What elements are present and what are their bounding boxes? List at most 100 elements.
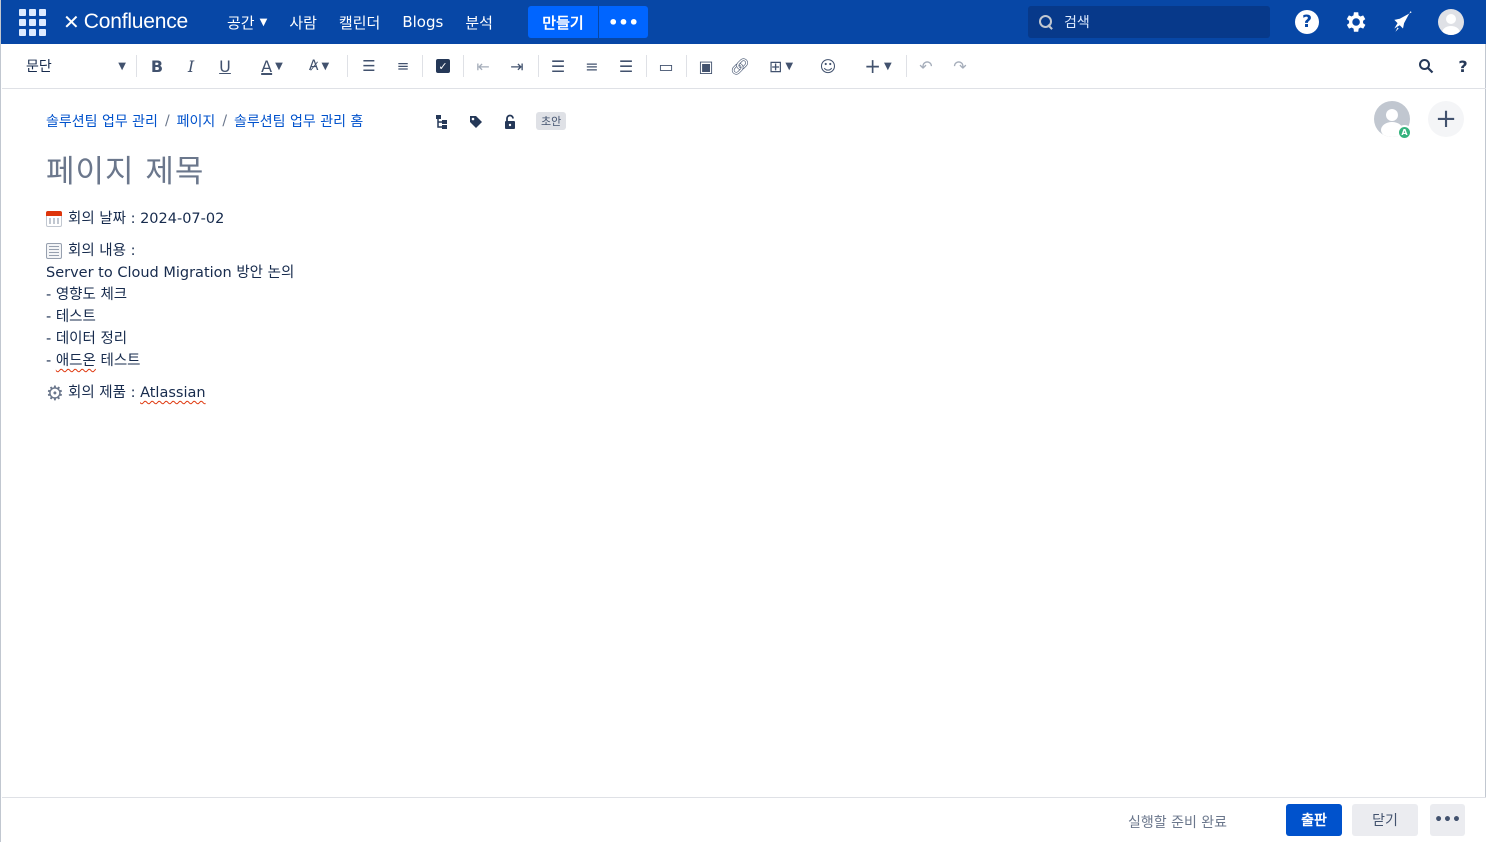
content-line: - 영향도 체크 bbox=[46, 284, 846, 306]
chevron-down-icon: ▼ bbox=[259, 16, 268, 28]
publish-button[interactable]: 출판 bbox=[1286, 804, 1342, 836]
editor-footer: 실행할 준비 완료 출판 닫기 ••• bbox=[2, 797, 1486, 842]
task-list-icon[interactable]: ✓ bbox=[433, 53, 453, 79]
content-text: 테스트 bbox=[95, 353, 141, 369]
logo-text: Confluence bbox=[83, 10, 189, 33]
help-icon: ? bbox=[1295, 10, 1319, 34]
spelling-error-word[interactable]: 애드온 bbox=[56, 350, 96, 372]
align-left-icon[interactable]: ☰ bbox=[548, 53, 568, 79]
text-format-icon[interactable]: A̷ ▼ bbox=[301, 53, 337, 79]
profile-button[interactable] bbox=[1437, 8, 1465, 36]
toolbar-divider bbox=[538, 55, 539, 77]
outdent-icon[interactable]: ⇤ bbox=[473, 53, 493, 79]
chevron-down-icon: ▼ bbox=[118, 60, 126, 72]
content-text: - 테스트 bbox=[46, 309, 96, 325]
content-text: Server to Cloud Migration 방안 논의 bbox=[46, 265, 295, 281]
content-line: Server to Cloud Migration 방안 논의 bbox=[46, 262, 846, 284]
bullet-list-icon[interactable]: ☰ bbox=[359, 53, 379, 79]
editor-toolbar: 문단 ▼ B I U A ▼ A̷ ▼ ☰ ≡ ✓ ⇤ ⇥ ☰ ≡ ☰ ▭ ▣ 🔗︎… bbox=[2, 44, 1486, 89]
page-layout-icon[interactable]: ▭ bbox=[655, 53, 677, 79]
nav-item-label: Blogs bbox=[402, 13, 444, 31]
notepad-icon bbox=[46, 243, 62, 259]
meeting-product-line: ⚙ 회의 제품 : Atlassian bbox=[46, 382, 846, 404]
breadcrumb-separator: / bbox=[164, 113, 170, 129]
emoji-icon[interactable]: ☺ bbox=[818, 53, 838, 79]
nav-item-blogs[interactable]: Blogs bbox=[402, 13, 443, 31]
nav-item-label: 캘린더 bbox=[338, 13, 381, 32]
draft-badge: 초안 bbox=[536, 112, 567, 130]
more-options-button[interactable]: ••• bbox=[1430, 804, 1465, 836]
notifications-button[interactable] bbox=[1389, 8, 1417, 36]
meeting-date-line: 회의 날짜 : 2024-07-02 bbox=[46, 208, 846, 230]
unlock-icon[interactable] bbox=[501, 113, 518, 130]
italic-icon[interactable]: I bbox=[181, 53, 201, 79]
editor-body[interactable]: 회의 날짜 : 2024-07-02 회의 내용 : Server to Clo… bbox=[46, 208, 846, 404]
align-center-icon[interactable]: ≡ bbox=[582, 53, 602, 79]
notification-icon bbox=[1394, 11, 1412, 32]
search-placeholder: 검색 bbox=[1064, 15, 1090, 31]
search-icon bbox=[1038, 14, 1054, 30]
indent-icon[interactable]: ⇥ bbox=[507, 53, 527, 79]
toolbar-divider bbox=[646, 55, 647, 77]
avatar-icon bbox=[1438, 9, 1464, 35]
breadcrumb-separator: / bbox=[222, 113, 228, 129]
toolbar-divider bbox=[906, 55, 907, 77]
text-color-icon[interactable]: A ▼ bbox=[254, 53, 290, 79]
calendar-icon bbox=[46, 211, 62, 227]
search-input[interactable]: 검색 bbox=[1028, 6, 1270, 38]
gear-icon: ⚙ bbox=[46, 381, 64, 405]
editor-window: ✕ Confluence 공간 ▼ 사람 캘린더 Blogs 분석 만들기 ••… bbox=[0, 0, 1486, 842]
settings-button[interactable] bbox=[1341, 8, 1369, 36]
help-button[interactable]: ? bbox=[1293, 8, 1321, 36]
content-line: - 애드온 테스트 bbox=[46, 350, 846, 372]
nav-item-people[interactable]: 사람 bbox=[289, 12, 317, 33]
page-title-input[interactable]: 페이지 제목 bbox=[46, 146, 204, 191]
app-switcher-icon[interactable] bbox=[18, 8, 46, 36]
meeting-content-label-line: 회의 내용 : bbox=[46, 240, 846, 262]
invite-button[interactable]: + bbox=[1428, 101, 1464, 137]
paragraph-style-value: 문단 bbox=[26, 59, 52, 75]
breadcrumb: 솔루션팀 업무 관리 / 페이지 / 솔루션팀 업무 관리 홈 bbox=[46, 111, 363, 131]
content-text: - bbox=[46, 353, 56, 369]
nav-items: 공간 ▼ 사람 캘린더 Blogs 분석 bbox=[227, 0, 515, 44]
meeting-date-text: 회의 날짜 : 2024-07-02 bbox=[68, 211, 225, 227]
toolbar-divider bbox=[686, 55, 687, 77]
table-icon[interactable]: ⊞ ▼ bbox=[763, 53, 799, 79]
link-icon[interactable]: 🔗︎ bbox=[730, 53, 750, 79]
nav-item-label: 공간 bbox=[227, 13, 255, 32]
close-button[interactable]: 닫기 bbox=[1352, 804, 1418, 836]
page-meta-icons bbox=[433, 113, 518, 130]
top-right-icons: ? bbox=[1293, 8, 1465, 36]
breadcrumb-home[interactable]: 솔루션팀 업무 관리 홈 bbox=[234, 111, 363, 131]
redo-icon[interactable]: ↷ bbox=[950, 53, 970, 79]
label-tag-icon[interactable] bbox=[467, 113, 484, 130]
undo-icon[interactable]: ↶ bbox=[916, 53, 936, 79]
numbered-list-icon[interactable]: ≡ bbox=[393, 53, 413, 79]
spelling-error-word[interactable]: Atlassian bbox=[140, 382, 205, 404]
toolbar-divider bbox=[463, 55, 464, 77]
nav-item-calendar[interactable]: 캘린더 bbox=[339, 12, 380, 33]
image-icon[interactable]: ▣ bbox=[696, 53, 716, 79]
toolbar-divider bbox=[136, 55, 137, 77]
nav-item-label: 사람 bbox=[289, 13, 317, 32]
breadcrumb-space[interactable]: 솔루션팀 업무 관리 bbox=[46, 111, 158, 131]
paragraph-style-select[interactable]: 문단 ▼ bbox=[26, 53, 126, 79]
insert-more-icon[interactable]: + ▼ bbox=[860, 53, 896, 79]
underline-icon[interactable]: U bbox=[215, 53, 235, 79]
content-line: - 데이터 정리 bbox=[46, 328, 846, 350]
nav-item-analytics[interactable]: 분석 bbox=[465, 12, 493, 33]
find-replace-icon[interactable] bbox=[1416, 53, 1436, 79]
create-button[interactable]: 만들기 bbox=[528, 6, 599, 38]
confluence-logo[interactable]: ✕ Confluence bbox=[63, 8, 188, 36]
collaborator-badge: A bbox=[1397, 125, 1412, 140]
align-right-icon[interactable]: ☰ bbox=[616, 53, 636, 79]
nav-item-spaces[interactable]: 공간 ▼ bbox=[227, 12, 267, 33]
bold-icon[interactable]: B bbox=[147, 53, 167, 79]
nav-item-label: 분석 bbox=[465, 13, 493, 32]
help-question-icon[interactable]: ? bbox=[1453, 53, 1473, 79]
page-tree-icon[interactable] bbox=[433, 113, 450, 130]
toolbar-divider bbox=[422, 55, 423, 77]
confluence-mark-icon: ✕ bbox=[63, 10, 80, 34]
breadcrumb-pages[interactable]: 페이지 bbox=[177, 111, 216, 131]
create-more-button[interactable]: ••• bbox=[599, 6, 648, 38]
